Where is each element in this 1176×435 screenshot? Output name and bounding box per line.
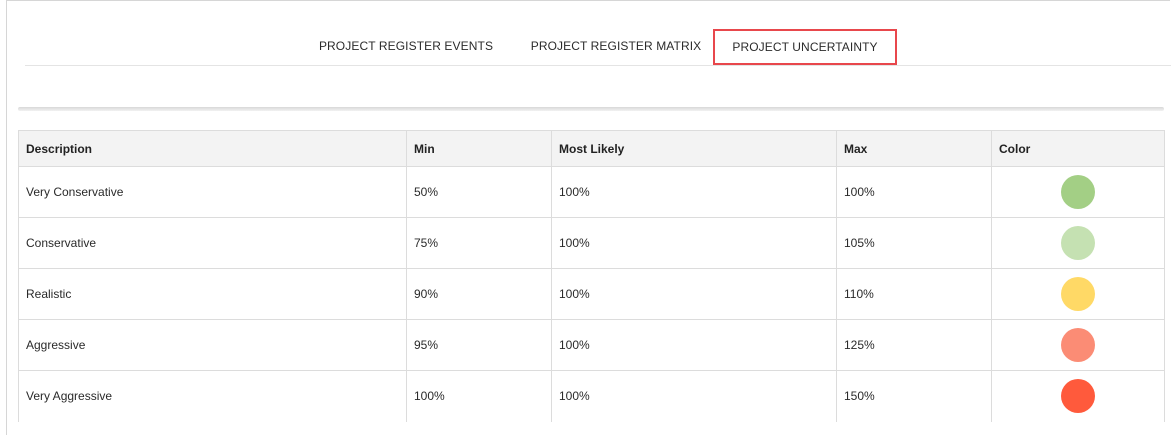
cell-most-likely: 100% bbox=[551, 166, 837, 218]
cell-max: 125% bbox=[836, 319, 992, 371]
table-row[interactable]: Very Conservative 50% 100% 100% bbox=[18, 166, 1165, 218]
cell-min: 50% bbox=[406, 166, 552, 218]
cell-max: 110% bbox=[836, 268, 992, 320]
color-swatch[interactable] bbox=[1061, 226, 1095, 260]
cell-most-likely: 100% bbox=[551, 370, 837, 422]
table-header-row: Description Min Most Likely Max Color bbox=[18, 130, 1165, 167]
cell-most-likely: 100% bbox=[551, 217, 837, 269]
cell-max: 150% bbox=[836, 370, 992, 422]
cell-color bbox=[991, 268, 1165, 320]
cell-color bbox=[991, 166, 1165, 218]
table-row[interactable]: Aggressive 95% 100% 125% bbox=[18, 319, 1165, 371]
cell-description: Realistic bbox=[18, 268, 407, 320]
cell-max: 105% bbox=[836, 217, 992, 269]
color-swatch[interactable] bbox=[1061, 175, 1095, 209]
column-header-max[interactable]: Max bbox=[836, 130, 992, 167]
cell-min: 75% bbox=[406, 217, 552, 269]
cell-description: Aggressive bbox=[18, 319, 407, 371]
cell-description: Very Aggressive bbox=[18, 370, 407, 422]
cell-min: 100% bbox=[406, 370, 552, 422]
table-row[interactable]: Realistic 90% 100% 110% bbox=[18, 268, 1165, 320]
color-swatch[interactable] bbox=[1061, 277, 1095, 311]
cell-most-likely: 100% bbox=[551, 268, 837, 320]
cell-description: Very Conservative bbox=[18, 166, 407, 218]
tab-project-uncertainty[interactable]: PROJECT UNCERTAINTY bbox=[713, 29, 897, 65]
column-header-min[interactable]: Min bbox=[406, 130, 552, 167]
column-header-most-likely[interactable]: Most Likely bbox=[551, 130, 837, 167]
cell-max: 100% bbox=[836, 166, 992, 218]
uncertainty-table: Description Min Most Likely Max Color Ve… bbox=[18, 130, 1165, 422]
cell-color bbox=[991, 217, 1165, 269]
section-divider bbox=[18, 107, 1164, 111]
color-swatch[interactable] bbox=[1061, 379, 1095, 414]
table-row[interactable]: Very Aggressive 100% 100% 150% bbox=[18, 370, 1165, 422]
column-header-color[interactable]: Color bbox=[991, 130, 1165, 167]
color-swatch[interactable] bbox=[1061, 328, 1095, 362]
cell-most-likely: 100% bbox=[551, 319, 837, 371]
cell-color bbox=[991, 370, 1165, 422]
cell-min: 95% bbox=[406, 319, 552, 371]
cell-description: Conservative bbox=[18, 217, 407, 269]
cell-min: 90% bbox=[406, 268, 552, 320]
cell-color bbox=[991, 319, 1165, 371]
tab-bar: PROJECT REGISTER EVENTS PROJECT REGISTER… bbox=[25, 29, 1171, 66]
tab-project-register-matrix[interactable]: PROJECT REGISTER MATRIX bbox=[526, 29, 706, 65]
table-row[interactable]: Conservative 75% 100% 105% bbox=[18, 217, 1165, 269]
column-header-description[interactable]: Description bbox=[18, 130, 407, 167]
tab-project-register-events[interactable]: PROJECT REGISTER EVENTS bbox=[317, 29, 495, 65]
